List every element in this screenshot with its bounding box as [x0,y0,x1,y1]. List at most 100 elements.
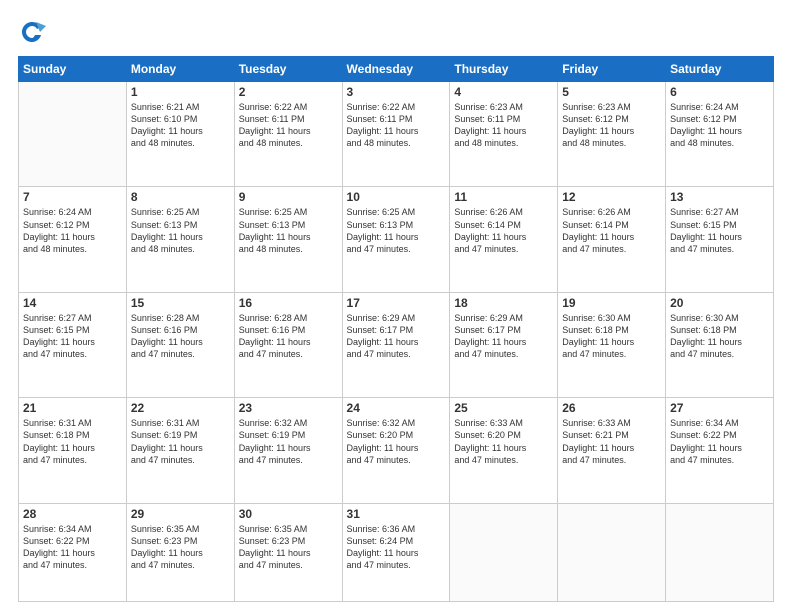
day-number: 4 [454,85,553,99]
day-info: Sunrise: 6:36 AM Sunset: 6:24 PM Dayligh… [347,523,446,572]
day-info: Sunrise: 6:34 AM Sunset: 6:22 PM Dayligh… [23,523,122,572]
day-number: 27 [670,401,769,415]
calendar-cell: 5Sunrise: 6:23 AM Sunset: 6:12 PM Daylig… [558,82,666,187]
day-number: 6 [670,85,769,99]
calendar-cell: 15 Sunrise: 6:28 AM Sunset: 6:16 PM Dayli… [126,292,234,397]
calendar-cell: 26 Sunrise: 6:33 AM Sunset: 6:21 PM Dayli… [558,398,666,503]
calendar-cell: 18 Sunrise: 6:29 AM Sunset: 6:17 PM Dayli… [450,292,558,397]
calendar-header-thursday: Thursday [450,57,558,82]
calendar-cell [19,82,127,187]
day-info: Sunrise: 6:24 AM Sunset: 6:12 PM Dayligh… [23,206,122,255]
day-info: Sunrise: 6:27 AM Sunset: 6:15 PM Dayligh… [23,312,122,361]
calendar-header-monday: Monday [126,57,234,82]
calendar-header-row: SundayMondayTuesdayWednesdayThursdayFrid… [19,57,774,82]
page: SundayMondayTuesdayWednesdayThursdayFrid… [0,0,792,612]
calendar-cell: 8 Sunrise: 6:25 AM Sunset: 6:13 PM Daylig… [126,187,234,292]
calendar-cell: 31 Sunrise: 6:36 AM Sunset: 6:24 PM Dayli… [342,503,450,601]
day-number: 12 [562,190,661,204]
day-number: 7 [23,190,122,204]
calendar-cell: 14 Sunrise: 6:27 AM Sunset: 6:15 PM Dayli… [19,292,127,397]
calendar-cell: 9 Sunrise: 6:25 AM Sunset: 6:13 PM Daylig… [234,187,342,292]
day-info: Sunrise: 6:35 AM Sunset: 6:23 PM Dayligh… [239,523,338,572]
calendar-cell: 16 Sunrise: 6:28 AM Sunset: 6:16 PM Dayli… [234,292,342,397]
day-number: 3 [347,85,446,99]
day-number: 22 [131,401,230,415]
calendar-cell: 20 Sunrise: 6:30 AM Sunset: 6:18 PM Dayli… [666,292,774,397]
calendar-cell: 29Sunrise: 6:35 AM Sunset: 6:23 PM Dayli… [126,503,234,601]
day-number: 1 [131,85,230,99]
calendar-cell: 17Sunrise: 6:29 AM Sunset: 6:17 PM Dayli… [342,292,450,397]
calendar-cell: 10 Sunrise: 6:25 AM Sunset: 6:13 PM Dayli… [342,187,450,292]
day-info: Sunrise: 6:25 AM Sunset: 6:13 PM Dayligh… [347,206,446,255]
day-number: 9 [239,190,338,204]
day-info: Sunrise: 6:33 AM Sunset: 6:20 PM Dayligh… [454,417,553,466]
day-number: 2 [239,85,338,99]
day-info: Sunrise: 6:25 AM Sunset: 6:13 PM Dayligh… [131,206,230,255]
calendar-header-tuesday: Tuesday [234,57,342,82]
day-number: 29 [131,507,230,521]
day-number: 21 [23,401,122,415]
day-info: Sunrise: 6:23 AM Sunset: 6:11 PM Dayligh… [454,101,553,150]
day-number: 13 [670,190,769,204]
calendar-header-friday: Friday [558,57,666,82]
day-number: 10 [347,190,446,204]
calendar-body: 1 Sunrise: 6:21 AM Sunset: 6:10 PM Daylig… [19,82,774,602]
day-number: 30 [239,507,338,521]
day-info: Sunrise: 6:28 AM Sunset: 6:16 PM Dayligh… [131,312,230,361]
calendar-header-sunday: Sunday [19,57,127,82]
calendar-cell: 27 Sunrise: 6:34 AM Sunset: 6:22 PM Dayli… [666,398,774,503]
calendar-cell [558,503,666,601]
day-number: 19 [562,296,661,310]
day-info: Sunrise: 6:24 AM Sunset: 6:12 PM Dayligh… [670,101,769,150]
day-info: Sunrise: 6:31 AM Sunset: 6:18 PM Dayligh… [23,417,122,466]
calendar-cell: 11 Sunrise: 6:26 AM Sunset: 6:14 PM Dayli… [450,187,558,292]
day-info: Sunrise: 6:30 AM Sunset: 6:18 PM Dayligh… [670,312,769,361]
day-number: 26 [562,401,661,415]
calendar-cell: 24 Sunrise: 6:32 AM Sunset: 6:20 PM Dayli… [342,398,450,503]
day-info: Sunrise: 6:31 AM Sunset: 6:19 PM Dayligh… [131,417,230,466]
calendar-cell: 7 Sunrise: 6:24 AM Sunset: 6:12 PM Daylig… [19,187,127,292]
day-info: Sunrise: 6:21 AM Sunset: 6:10 PM Dayligh… [131,101,230,150]
calendar-week-3: 14 Sunrise: 6:27 AM Sunset: 6:15 PM Dayli… [19,292,774,397]
day-number: 23 [239,401,338,415]
day-info: Sunrise: 6:34 AM Sunset: 6:22 PM Dayligh… [670,417,769,466]
day-info: Sunrise: 6:26 AM Sunset: 6:14 PM Dayligh… [562,206,661,255]
calendar-week-4: 21 Sunrise: 6:31 AM Sunset: 6:18 PM Dayli… [19,398,774,503]
day-number: 14 [23,296,122,310]
calendar-cell: 22 Sunrise: 6:31 AM Sunset: 6:19 PM Dayli… [126,398,234,503]
day-number: 16 [239,296,338,310]
header [18,18,774,46]
calendar-header-saturday: Saturday [666,57,774,82]
day-number: 24 [347,401,446,415]
day-info: Sunrise: 6:33 AM Sunset: 6:21 PM Dayligh… [562,417,661,466]
day-number: 25 [454,401,553,415]
calendar-cell: 13Sunrise: 6:27 AM Sunset: 6:15 PM Dayli… [666,187,774,292]
day-number: 18 [454,296,553,310]
day-number: 31 [347,507,446,521]
day-info: Sunrise: 6:26 AM Sunset: 6:14 PM Dayligh… [454,206,553,255]
calendar-cell: 2 Sunrise: 6:22 AM Sunset: 6:11 PM Daylig… [234,82,342,187]
day-number: 20 [670,296,769,310]
calendar-cell: 25 Sunrise: 6:33 AM Sunset: 6:20 PM Dayli… [450,398,558,503]
day-number: 15 [131,296,230,310]
day-info: Sunrise: 6:32 AM Sunset: 6:20 PM Dayligh… [347,417,446,466]
day-info: Sunrise: 6:29 AM Sunset: 6:17 PM Dayligh… [454,312,553,361]
day-number: 11 [454,190,553,204]
day-info: Sunrise: 6:22 AM Sunset: 6:11 PM Dayligh… [239,101,338,150]
day-info: Sunrise: 6:25 AM Sunset: 6:13 PM Dayligh… [239,206,338,255]
day-info: Sunrise: 6:32 AM Sunset: 6:19 PM Dayligh… [239,417,338,466]
calendar-week-2: 7 Sunrise: 6:24 AM Sunset: 6:12 PM Daylig… [19,187,774,292]
day-info: Sunrise: 6:22 AM Sunset: 6:11 PM Dayligh… [347,101,446,150]
day-info: Sunrise: 6:23 AM Sunset: 6:12 PM Dayligh… [562,101,661,150]
calendar-table: SundayMondayTuesdayWednesdayThursdayFrid… [18,56,774,602]
calendar-cell: 21 Sunrise: 6:31 AM Sunset: 6:18 PM Dayli… [19,398,127,503]
calendar-cell [450,503,558,601]
day-info: Sunrise: 6:30 AM Sunset: 6:18 PM Dayligh… [562,312,661,361]
calendar-cell: 1 Sunrise: 6:21 AM Sunset: 6:10 PM Daylig… [126,82,234,187]
day-number: 8 [131,190,230,204]
calendar-cell: 28Sunrise: 6:34 AM Sunset: 6:22 PM Dayli… [19,503,127,601]
day-info: Sunrise: 6:28 AM Sunset: 6:16 PM Dayligh… [239,312,338,361]
calendar-cell [666,503,774,601]
calendar-week-5: 28Sunrise: 6:34 AM Sunset: 6:22 PM Dayli… [19,503,774,601]
day-info: Sunrise: 6:29 AM Sunset: 6:17 PM Dayligh… [347,312,446,361]
